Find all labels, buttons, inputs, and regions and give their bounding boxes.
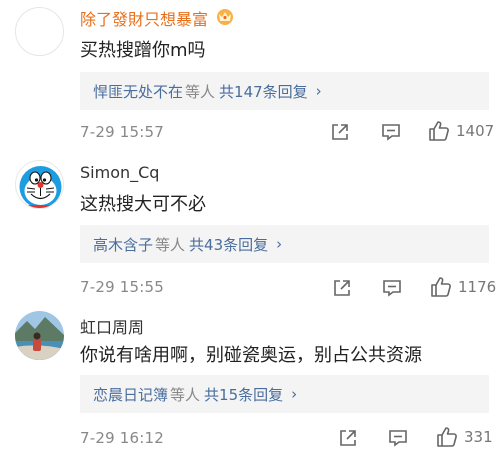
thumbs-up-icon: [429, 121, 449, 141]
chevron-right-icon: ›: [315, 82, 322, 100]
reply-summary[interactable]: 高木含子 等人 共43条回复 ›: [80, 225, 489, 263]
reply-summary[interactable]: 恋晨日记簿 等人 共15条回复 ›: [80, 375, 489, 413]
share-button[interactable]: [332, 278, 352, 298]
like-count: 1407: [456, 122, 495, 140]
avatar[interactable]: [15, 7, 64, 56]
username-label: Simon_Cq: [80, 163, 160, 182]
comment-button[interactable]: [388, 428, 408, 448]
avatar[interactable]: [15, 160, 64, 209]
share-button[interactable]: [338, 428, 358, 448]
reply-count: 共43条回复: [189, 235, 269, 254]
reply-author: 悍匪无处不在: [93, 82, 184, 101]
like-button[interactable]: 1407: [428, 120, 494, 142]
comment-item: 除了發財只想暴富 买热搜蹭你m吗 悍匪无处不在 等人 共147条回复 › 7-2…: [0, 0, 499, 150]
comment-time: 7-29 15:57: [80, 123, 165, 141]
comment-item: Simon_Cq 这热搜大可不必 高木含子 等人 共43条回复 › 7-29 1…: [0, 152, 499, 302]
avatar[interactable]: [15, 311, 64, 360]
comment-time: 7-29 16:12: [80, 429, 165, 447]
username[interactable]: 虹口周周: [80, 314, 144, 338]
share-button[interactable]: [330, 122, 350, 142]
like-button[interactable]: 331: [436, 426, 493, 448]
username[interactable]: 除了發財只想暴富: [80, 6, 236, 30]
thumbs-up-icon: [437, 427, 457, 447]
reply-author: 恋晨日记簿: [93, 385, 169, 404]
username-label: 虹口周周: [80, 318, 145, 337]
comment-time: 7-29 15:55: [80, 278, 165, 296]
vip-crown-icon: [214, 6, 236, 30]
like-button[interactable]: 1176: [430, 276, 496, 298]
thumbs-up-icon: [431, 277, 451, 297]
reply-count: 共15条回复: [204, 385, 284, 404]
comment-button[interactable]: [382, 278, 402, 298]
username-label: 除了發財只想暴富: [80, 10, 209, 29]
reply-count: 共147条回复: [219, 82, 308, 101]
comment-icon: [389, 430, 407, 447]
username[interactable]: Simon_Cq: [80, 163, 159, 182]
landscape-avatar-icon: [15, 311, 64, 360]
chevron-right-icon: ›: [291, 385, 298, 403]
share-icon: [334, 280, 350, 296]
reply-others-label: 等人: [170, 385, 201, 404]
comment-text: 你说有啥用啊，别碰瓷奥运，别占公共资源: [80, 345, 422, 366]
comment-text: 这热搜大可不必: [80, 194, 206, 215]
reply-author: 高木含子: [93, 235, 154, 254]
comment-icon: [382, 124, 400, 141]
reply-others-label: 等人: [155, 235, 186, 254]
like-count: 331: [464, 428, 493, 446]
comment-item: 虹口周周 你说有啥用啊，别碰瓷奥运，别占公共资源 恋晨日记簿 等人 共15条回复…: [0, 304, 499, 458]
reply-others-label: 等人: [185, 82, 216, 101]
share-icon: [340, 430, 356, 446]
comment-icon: [383, 280, 401, 297]
comment-button[interactable]: [381, 122, 401, 142]
reply-summary[interactable]: 悍匪无处不在 等人 共147条回复 ›: [80, 72, 489, 110]
share-icon: [332, 124, 348, 140]
comment-text: 买热搜蹭你m吗: [80, 40, 206, 61]
like-count: 1176: [458, 278, 497, 296]
doraemon-avatar-icon: [19, 166, 62, 208]
chevron-right-icon: ›: [276, 235, 283, 253]
